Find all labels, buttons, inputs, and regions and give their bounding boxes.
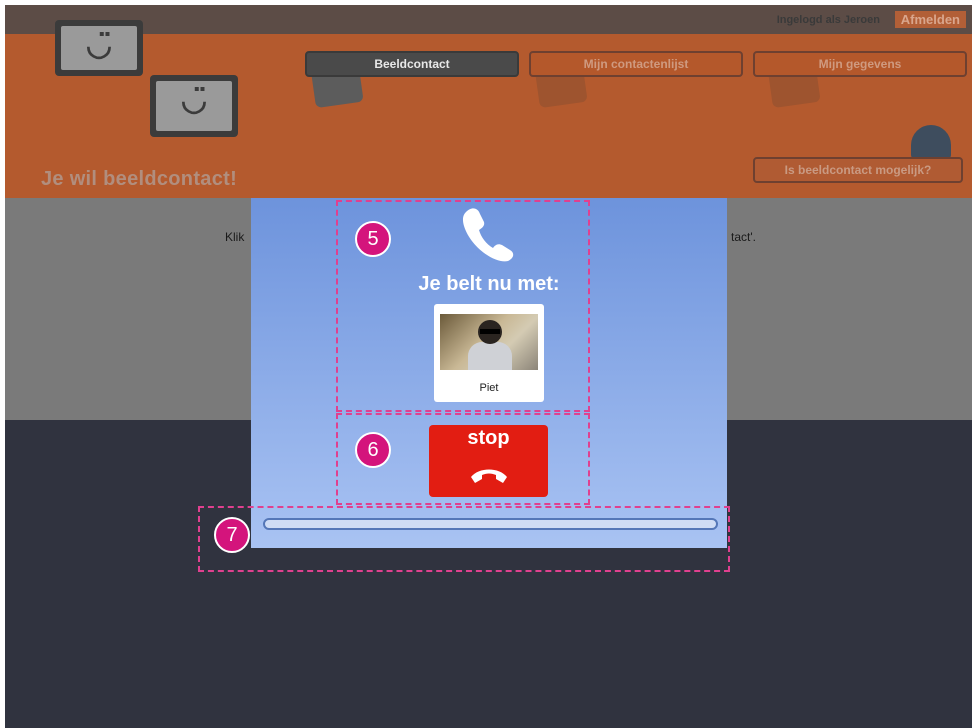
logo-screen-icon: ◡̈ <box>150 75 238 137</box>
logged-in-label: Ingelogd als Jeroen <box>776 14 880 26</box>
logout-button[interactable]: Afmelden <box>894 11 966 28</box>
tab-contacts[interactable]: Mijn contactenlijst <box>529 51 743 77</box>
check-connection-button[interactable]: Is beeldcontact mogelijk? <box>753 157 963 183</box>
page-title: Je wil beeldcontact! <box>41 168 238 190</box>
logo-screen-icon: ◡̈ <box>55 20 143 76</box>
tab-video-contact[interactable]: Beeldcontact <box>305 51 519 77</box>
tab-profile[interactable]: Mijn gegevens <box>753 51 967 77</box>
annotation-badge-7: 7 <box>214 517 250 553</box>
instruction-text-start: Klik <box>225 230 245 244</box>
header: Ingelogd als Jeroen Afmelden ◡̈ ◡̈ Beeld… <box>5 5 972 198</box>
logo: ◡̈ ◡̈ <box>55 20 255 140</box>
annotation-box-7 <box>198 506 730 572</box>
instruction-text-end: tact'. <box>731 230 756 244</box>
annotation-badge-6: 6 <box>355 432 391 468</box>
gauge-icon <box>911 125 951 159</box>
annotation-badge-5: 5 <box>355 221 391 257</box>
